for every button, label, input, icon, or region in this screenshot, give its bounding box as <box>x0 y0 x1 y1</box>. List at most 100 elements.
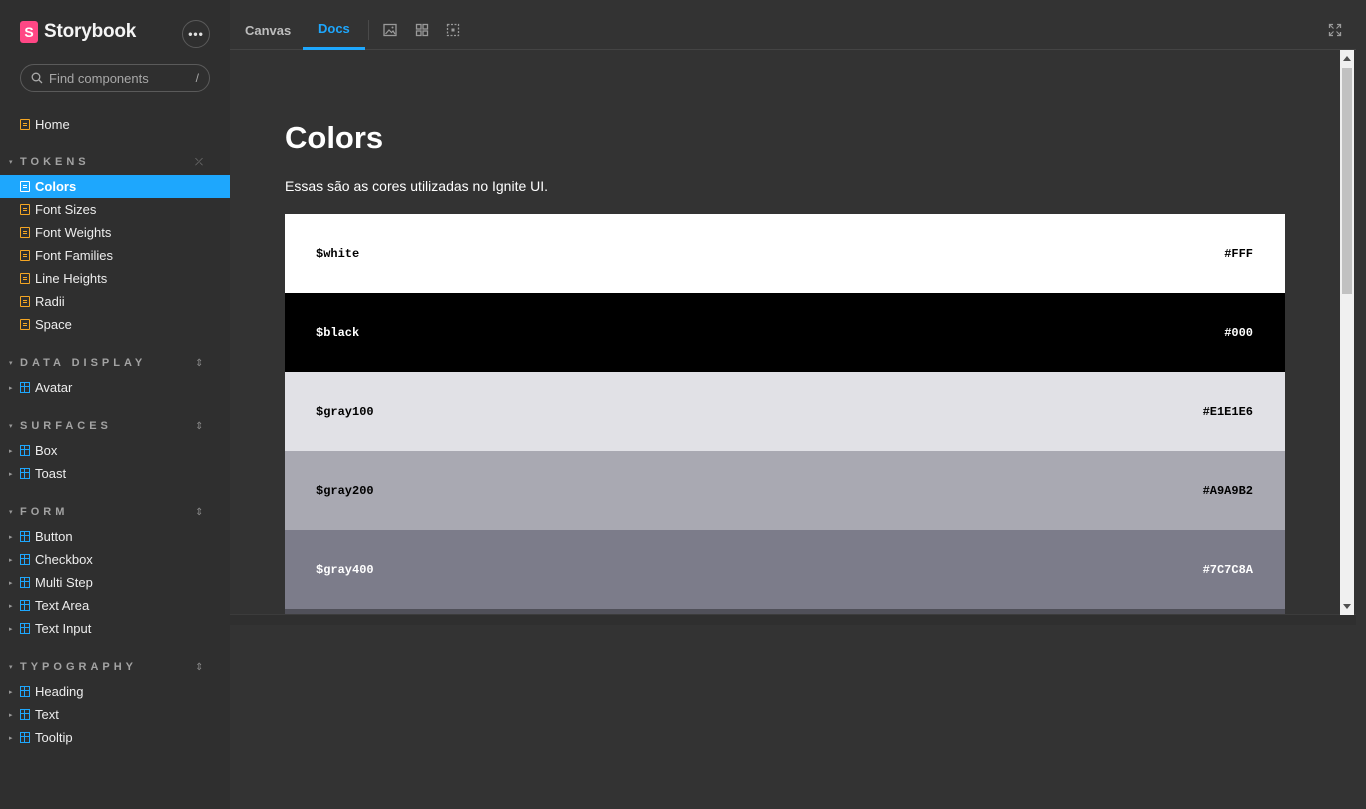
chevron-right-icon[interactable]: ▸ <box>9 579 13 587</box>
component-icon <box>20 531 30 542</box>
page-title: Colors <box>285 120 384 155</box>
chevron-right-icon[interactable]: ▸ <box>9 447 13 455</box>
sidebar-item-checkbox[interactable]: ▸ Checkbox <box>0 548 230 571</box>
sidebar-item-label: Text Area <box>35 598 90 613</box>
sidebar-item-button[interactable]: ▸ Button <box>0 525 230 548</box>
scroll-down-arrow[interactable] <box>1343 604 1351 609</box>
sidebar-group-typography[interactable]: ▾ TYPOGRAPHY ⇕ <box>0 659 230 675</box>
chevron-down-icon[interactable]: ▾ <box>9 508 13 516</box>
sidebar-item-font-sizes[interactable]: Font Sizes <box>0 198 230 221</box>
sidebar-item-text[interactable]: ▸ Text <box>0 703 230 726</box>
sidebar-item-heading[interactable]: ▸ Heading <box>0 680 230 703</box>
sidebar-item-label: Checkbox <box>35 552 93 567</box>
document-icon <box>20 119 30 130</box>
sidebar-item-toast[interactable]: ▸ Toast <box>0 462 230 485</box>
chevron-right-icon[interactable]: ▸ <box>9 533 13 541</box>
document-icon <box>20 319 30 330</box>
collapse-all-icon[interactable]: ⤫ <box>195 157 203 168</box>
sidebar-item-avatar[interactable]: ▸ Avatar <box>0 376 230 399</box>
image-icon[interactable] <box>383 23 397 37</box>
document-icon <box>20 273 30 284</box>
sidebar: S Storybook ••• / Home ▾ TOKENS ⤫ Colors Font… <box>0 0 230 809</box>
color-swatch: $gray400 #7C7C8A <box>285 530 1285 609</box>
chevron-right-icon[interactable]: ▸ <box>9 602 13 610</box>
fullscreen-icon[interactable] <box>1328 23 1342 37</box>
sidebar-group-title: TOKENS <box>20 156 90 168</box>
chevron-right-icon[interactable]: ▸ <box>9 688 13 696</box>
sidebar-item-line-heights[interactable]: Line Heights <box>0 267 230 290</box>
expand-all-icon[interactable]: ⇕ <box>195 421 203 432</box>
sidebar-group-data-display[interactable]: ▾ DATA DISPLAY ⇕ <box>0 355 230 371</box>
document-icon <box>20 250 30 261</box>
sidebar-group-surfaces[interactable]: ▾ SURFACES ⇕ <box>0 418 230 434</box>
tab-canvas[interactable]: Canvas <box>245 10 291 50</box>
chevron-down-icon[interactable]: ▾ <box>9 359 13 367</box>
sidebar-item-label: Button <box>35 529 73 544</box>
swatch-name: $gray100 <box>316 404 374 419</box>
sidebar-item-label: Font Sizes <box>35 202 97 217</box>
swatch-name: $gray200 <box>316 483 374 498</box>
sidebar-item-label: Box <box>35 443 58 458</box>
search-shortcut: / <box>195 71 199 85</box>
component-icon <box>20 445 30 456</box>
chevron-down-icon[interactable]: ▾ <box>9 158 13 166</box>
chevron-right-icon[interactable]: ▸ <box>9 556 13 564</box>
storybook-logo-icon: S <box>20 21 38 43</box>
sidebar-group-tokens[interactable]: ▾ TOKENS ⤫ <box>0 154 230 170</box>
component-icon <box>20 468 30 479</box>
sidebar-item-label: Tooltip <box>35 730 73 745</box>
search-box[interactable]: / <box>20 64 210 92</box>
sidebar-item-label: Font Families <box>35 248 114 263</box>
chevron-right-icon[interactable]: ▸ <box>9 384 13 392</box>
sidebar-item-font-weights[interactable]: Font Weights <box>0 221 230 244</box>
page-description: Essas são as cores utilizadas no Ignite … <box>285 178 549 194</box>
swatch-name: $black <box>316 325 360 340</box>
document-icon <box>20 181 30 192</box>
sidebar-item-radii[interactable]: Radii <box>0 290 230 313</box>
sidebar-item-label: Heading <box>35 684 84 699</box>
chevron-right-icon[interactable]: ▸ <box>9 470 13 478</box>
sidebar-group-form[interactable]: ▾ FORM ⇕ <box>0 504 230 520</box>
chevron-down-icon[interactable]: ▾ <box>9 422 13 430</box>
grid-icon[interactable] <box>415 23 429 37</box>
sidebar-item-box[interactable]: ▸ Box <box>0 439 230 462</box>
sidebar-item-colors[interactable]: Colors <box>0 175 230 198</box>
sidebar-item-label: Radii <box>35 294 65 309</box>
chevron-right-icon[interactable]: ▸ <box>9 711 13 719</box>
swatch-name: $white <box>316 246 360 261</box>
sidebar-item-multi-step[interactable]: ▸ Multi Step <box>0 571 230 594</box>
scroll-up-arrow[interactable] <box>1343 56 1351 61</box>
sidebar-item-text-area[interactable]: ▸ Text Area <box>0 594 230 617</box>
expand-all-icon[interactable]: ⇕ <box>195 358 203 369</box>
sidebar-item-label: Multi Step <box>35 575 93 590</box>
sidebar-item-tooltip[interactable]: ▸ Tooltip <box>0 726 230 749</box>
tab-docs[interactable]: Docs <box>303 10 365 50</box>
chevron-down-icon[interactable]: ▾ <box>9 663 13 671</box>
component-icon <box>20 600 30 611</box>
sidebar-item-font-families[interactable]: Font Families <box>0 244 230 267</box>
component-icon <box>20 382 30 393</box>
chevron-right-icon[interactable]: ▸ <box>9 625 13 633</box>
sidebar-group-title: TYPOGRAPHY <box>20 661 138 673</box>
expand-all-icon[interactable]: ⇕ <box>195 662 203 673</box>
more-options-button[interactable]: ••• <box>182 20 210 48</box>
sidebar-item-label: Text <box>35 707 59 722</box>
sidebar-item-home[interactable]: Home <box>0 113 230 136</box>
search-input[interactable] <box>49 70 179 86</box>
chevron-right-icon[interactable]: ▸ <box>9 734 13 742</box>
scroll-thumb[interactable] <box>1342 68 1352 294</box>
outline-icon[interactable] <box>446 23 460 37</box>
brand[interactable]: S Storybook <box>20 21 136 43</box>
swatch-hex: #A9A9B2 <box>1202 483 1253 498</box>
expand-all-icon[interactable]: ⇕ <box>195 507 203 518</box>
swatch-name: $gray400 <box>316 562 374 577</box>
swatch-hex: #E1E1E6 <box>1202 404 1253 419</box>
swatch-hex: #FFF <box>1224 246 1253 261</box>
sidebar-item-label: Font Weights <box>35 225 112 240</box>
sidebar-item-space[interactable]: Space <box>0 313 230 336</box>
swatch-hex: #000 <box>1224 325 1253 340</box>
sidebar-item-label: Line Heights <box>35 271 108 286</box>
sidebar-group-title: SURFACES <box>20 420 112 432</box>
sidebar-item-text-input[interactable]: ▸ Text Input <box>0 617 230 640</box>
scrollbar[interactable] <box>1340 50 1354 615</box>
